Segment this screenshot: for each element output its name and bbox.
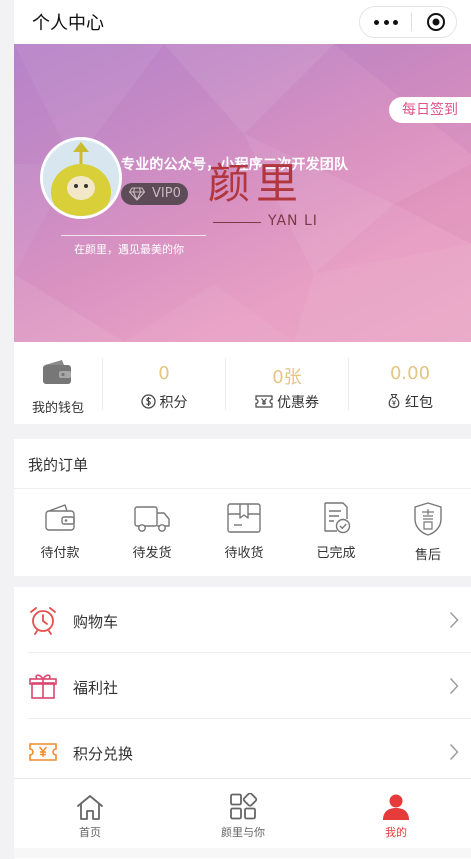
tab-yanli-and-you-label: 颜里与你 [221,826,265,839]
tab-home-label: 首页 [79,826,101,839]
coupons-stat[interactable]: 0张 优惠券 [226,342,348,424]
vip-level: VIP0 [152,186,181,201]
tab-mine[interactable]: 我的 [346,793,446,840]
order-pending-shipment[interactable]: 待发货 [106,501,198,561]
brand-logo-line [213,222,261,223]
order-pending-payment-label: 待付款 [40,546,80,561]
vip-badge: VIP0 [121,183,188,205]
order-completed[interactable]: 已完成 [290,501,382,561]
brand-logo-cn: 颜里 [208,159,305,208]
bottom-tab-bar: 首页 颜里与你 我的 [14,778,471,859]
chevron-right-icon [449,744,459,760]
coupon-icon [255,395,273,408]
tab-home[interactable]: 首页 [40,793,140,840]
avatar[interactable] [40,137,122,219]
after-sale-shield-icon [414,502,442,536]
red-packets-value: 0.00 [389,363,431,384]
chevron-right-icon [449,612,459,628]
yen-ticket-icon [29,743,57,761]
order-pending-payment[interactable]: 待付款 [14,501,106,561]
order-after-sale-label: 售后 [414,548,441,563]
diamond-icon [129,187,145,201]
nav-bar: 个人中心 [14,0,471,44]
daily-sign-in-button[interactable]: 每日签到 [389,97,471,123]
orders-divider [14,488,471,489]
order-pending-receipt[interactable]: 待收货 [198,501,290,561]
points-value: 0 [158,363,170,384]
tab-yanli-and-you[interactable]: 颜里与你 [193,793,293,840]
app-frame: 个人中心 每日签到 专业的公众号，小程序二次开发团队 VIP0 在颜里，遇见最美… [14,0,471,859]
truck-icon [134,506,170,532]
feature-menu: 购物车 福利社 积分兑换 [14,587,471,778]
completed-doc-icon [324,502,351,534]
wallet-label: 我的钱包 [31,401,84,416]
person-icon [383,794,409,820]
mini-program-capsule [359,6,457,38]
asset-stats: 我的钱包 0 积分 0张 优惠券 0.00 红包 [14,342,471,424]
order-pending-shipment-label: 待发货 [132,546,172,561]
alarm-clock-icon [30,607,56,635]
bottom-safe-area [14,848,471,858]
coupons-value: 0张 [272,367,302,388]
wallet-icon [45,504,75,531]
avatar-image [43,140,119,216]
money-bag-icon [388,393,400,409]
points-stat[interactable]: 0 积分 [103,342,225,424]
dollar-coin-icon [140,394,156,409]
orders-title[interactable]: 我的订单 [28,454,88,475]
package-icon [227,503,261,533]
menu-points-exchange[interactable]: 积分兑换 [14,719,471,785]
motto-divider [61,235,206,236]
my-orders-section: 我的订单 待付款 待发货 待收货 已完成 售后 [14,439,471,576]
menu-points-exchange-label: 积分兑换 [73,745,134,763]
points-label: 积分 [159,395,188,411]
capsule-divider [411,13,412,31]
menu-welfare-club-label: 福利社 [73,679,119,697]
red-packets-label: 红包 [405,395,433,411]
wallet-entry[interactable]: 我的钱包 [14,342,102,424]
menu-welfare-club[interactable]: 福利社 [14,653,471,719]
menu-shopping-cart[interactable]: 购物车 [14,587,471,653]
red-packets-stat[interactable]: 0.00 红包 [349,342,471,424]
tab-mine-label: 我的 [385,826,407,839]
motto-text: 在颜里，遇见最美的你 [74,243,184,256]
gift-icon [29,674,57,699]
grid-apps-icon [230,793,258,820]
page-title: 个人中心 [32,13,104,34]
close-target-icon[interactable] [426,12,446,32]
home-icon [77,795,103,820]
order-completed-label: 已完成 [316,546,356,561]
order-pending-receipt-label: 待收货 [224,546,264,561]
more-icon[interactable] [374,19,398,25]
profile-banner: 每日签到 专业的公众号，小程序二次开发团队 VIP0 在颜里，遇见最美的你 颜里… [14,44,471,342]
chevron-right-icon [449,678,459,694]
brand-logo-en: YAN LI [268,213,318,229]
menu-shopping-cart-label: 购物车 [73,613,119,631]
wallet-icon [43,360,71,384]
coupons-label: 优惠券 [277,395,319,411]
order-after-sale[interactable]: 售后 [382,501,471,563]
